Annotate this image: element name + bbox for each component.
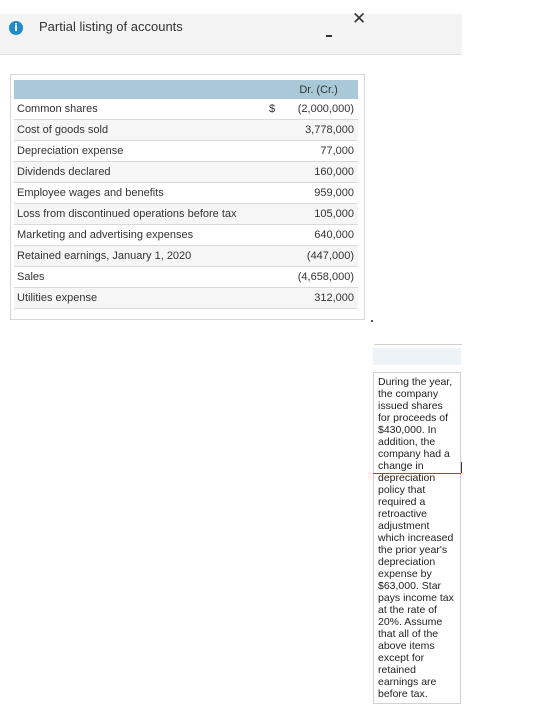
account-cell: Depreciation expense bbox=[14, 140, 259, 162]
currency-cell bbox=[258, 182, 280, 204]
account-cell: Cost of goods sold bbox=[14, 119, 259, 141]
account-cell: Marketing and advertising expenses bbox=[14, 224, 259, 246]
table-row: Dividends declared 160,000 bbox=[14, 161, 358, 183]
currency-cell bbox=[258, 140, 280, 162]
amount-cell: (2,000,000) bbox=[279, 99, 358, 120]
text-caret bbox=[461, 462, 462, 473]
table-row: Utilities expense 312,000 bbox=[14, 287, 358, 309]
amount-cell: 640,000 bbox=[279, 224, 358, 246]
amount-cell: (447,000) bbox=[279, 245, 358, 267]
currency-cell bbox=[258, 245, 280, 267]
note-text: During the year, the company issued shar… bbox=[373, 372, 461, 704]
account-cell: Sales bbox=[14, 266, 259, 288]
scroll-indicator bbox=[373, 473, 461, 474]
dialog-title: Partial listing of accounts bbox=[39, 19, 183, 34]
amount-cell: 105,000 bbox=[279, 203, 358, 225]
account-cell: Retained earnings, January 1, 2020 bbox=[14, 245, 259, 267]
table-row: Marketing and advertising expenses 640,00… bbox=[14, 224, 358, 246]
header-account bbox=[14, 80, 259, 99]
currency-cell bbox=[258, 119, 280, 141]
table-row: Employee wages and benefits 959,000 bbox=[14, 182, 358, 204]
amount-cell: (4,658,000) bbox=[279, 266, 358, 288]
currency-cell bbox=[258, 203, 280, 225]
currency-cell bbox=[258, 287, 280, 309]
currency-cell: $ bbox=[258, 99, 280, 120]
divider bbox=[374, 344, 462, 345]
table-row: Depreciation expense 77,000 bbox=[14, 140, 358, 162]
info-icon: i bbox=[9, 21, 23, 35]
header-amount: Dr. (Cr.) bbox=[279, 80, 358, 99]
table-row: Sales (4,658,000) bbox=[14, 266, 358, 288]
table-header-row: Dr. (Cr.) bbox=[14, 80, 358, 99]
amount-cell: 77,000 bbox=[279, 140, 358, 162]
amount-cell: 959,000 bbox=[279, 182, 358, 204]
minimize-icon[interactable] bbox=[326, 35, 332, 37]
decorative-dot bbox=[371, 320, 373, 322]
amount-cell: 312,000 bbox=[279, 287, 358, 309]
currency-cell bbox=[258, 224, 280, 246]
note-header-bar bbox=[373, 348, 461, 365]
account-cell: Common shares bbox=[14, 99, 259, 120]
table-row: Loss from discontinued operations before… bbox=[14, 203, 358, 225]
currency-cell bbox=[258, 161, 280, 183]
table-row: Cost of goods sold 3,778,000 bbox=[14, 119, 358, 141]
account-cell: Dividends declared bbox=[14, 161, 259, 183]
account-cell: Loss from discontinued operations before… bbox=[14, 203, 259, 225]
close-icon[interactable]: ✕ bbox=[352, 10, 366, 28]
amount-cell: 3,778,000 bbox=[279, 119, 358, 141]
currency-cell bbox=[258, 266, 280, 288]
amount-cell: 160,000 bbox=[279, 161, 358, 183]
header-currency bbox=[258, 80, 280, 99]
accounts-table: Dr. (Cr.) Common shares $ (2,000,000) Cost … bbox=[14, 80, 358, 309]
table-row: Retained earnings, January 1, 2020 (447,0… bbox=[14, 245, 358, 267]
table-row: Common shares $ (2,000,000) bbox=[14, 99, 358, 120]
account-cell: Employee wages and benefits bbox=[14, 182, 259, 204]
account-cell: Utilities expense bbox=[14, 287, 259, 309]
